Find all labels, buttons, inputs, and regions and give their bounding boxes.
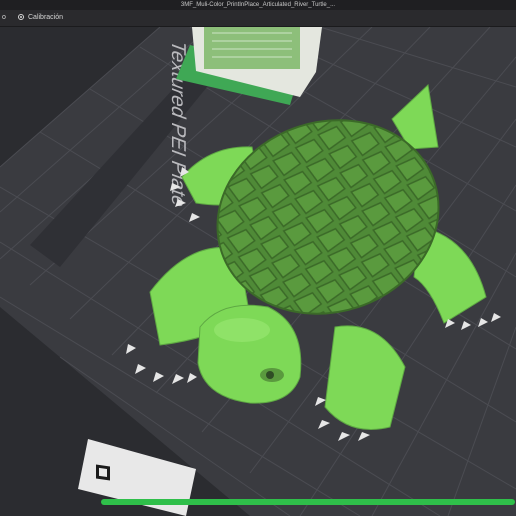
3d-viewport[interactable]: Textured PEI Plate bbox=[0, 27, 516, 516]
tab-previous[interactable]: o bbox=[0, 10, 6, 26]
tab-bar: o Calibración bbox=[0, 10, 516, 27]
calibration-icon bbox=[18, 14, 24, 20]
slicing-progress-fill bbox=[101, 499, 515, 505]
tab-calibration-label: Calibración bbox=[28, 14, 64, 21]
window-title: 3MF_Muli-Color_PrintInPlace_Articulated_… bbox=[180, 2, 336, 8]
tab-previous-label: o bbox=[2, 14, 6, 21]
window-title-bar: 3MF_Muli-Color_PrintInPlace_Articulated_… bbox=[0, 0, 516, 10]
tab-calibration[interactable]: Calibración bbox=[18, 10, 63, 26]
slicing-progress-bar bbox=[101, 499, 515, 505]
